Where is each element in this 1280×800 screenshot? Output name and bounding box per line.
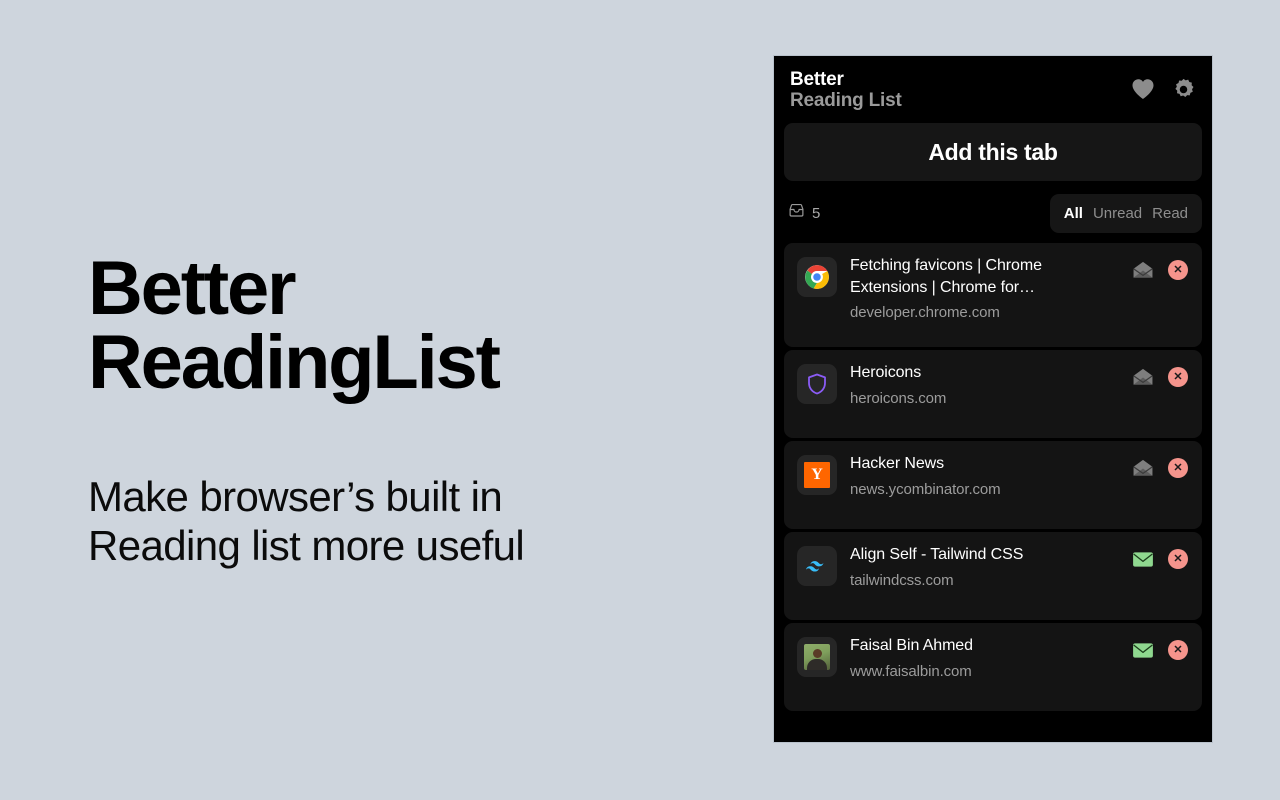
filter-bar: 5 All Unread Read [784, 191, 1202, 235]
list-item-title: Hacker News [850, 455, 945, 473]
list-item-actions: ✕ [1132, 548, 1188, 570]
list-item[interactable]: Faisal Bin Ahmed www.faisalbin.com ✕ [784, 623, 1202, 712]
envelope-open-icon[interactable] [1132, 259, 1154, 281]
list-item-url: www.faisalbin.com [850, 662, 972, 680]
list-item-title: Heroicons [850, 364, 922, 382]
close-icon[interactable]: ✕ [1168, 367, 1188, 388]
envelope-open-icon[interactable] [1132, 457, 1154, 479]
reading-list: Fetching favicons | Chrome Extensions | … [774, 243, 1212, 742]
close-icon[interactable]: ✕ [1168, 640, 1188, 661]
inbox-icon [788, 202, 805, 224]
avatar-icon [797, 637, 837, 678]
list-item[interactable]: Fetching favicons | Chrome Extensions | … [784, 243, 1202, 348]
envelope-closed-icon[interactable] [1132, 639, 1154, 661]
header-actions [1130, 70, 1196, 102]
shield-icon [797, 364, 837, 405]
hackernews-icon: Y [797, 455, 837, 496]
list-item-url: developer.chrome.com [850, 304, 1000, 322]
heart-icon[interactable] [1130, 76, 1156, 102]
page-title: Better ReadingList [88, 246, 501, 406]
gear-icon[interactable] [1170, 76, 1196, 102]
chrome-icon [797, 257, 837, 298]
envelope-open-icon[interactable] [1132, 366, 1154, 388]
brand: Better Reading List [790, 69, 902, 111]
list-item-title: Faisal Bin Ahmed [850, 637, 973, 655]
list-item-title: Align Self - Tailwind CSS [850, 546, 1024, 564]
filter-option-all[interactable]: All [1064, 205, 1083, 222]
tailwind-icon [797, 546, 837, 587]
extension-popup: Better Reading List Add this tab 5 All U… [773, 55, 1213, 743]
envelope-closed-icon[interactable] [1132, 548, 1154, 570]
list-item-url: news.ycombinator.com [850, 480, 1001, 498]
unread-count: 5 [812, 204, 821, 222]
add-this-tab-button[interactable]: Add this tab [784, 123, 1202, 182]
brand-line-primary: Better [790, 69, 844, 90]
filter-segmented-control: All Unread Read [1049, 193, 1202, 233]
list-item-actions: ✕ [1132, 639, 1188, 661]
promo-panel: Better ReadingList Make browser’s built … [88, 246, 708, 570]
list-item[interactable]: Heroicons heroicons.com ✕ [784, 350, 1202, 439]
list-item[interactable]: Y Hacker News news.ycombinator.com ✕ [784, 441, 1202, 530]
filter-option-unread[interactable]: Unread [1093, 205, 1142, 222]
unread-count-group: 5 [784, 202, 820, 224]
close-icon[interactable]: ✕ [1168, 260, 1188, 281]
list-item-url: heroicons.com [850, 389, 947, 407]
list-item-url: tailwindcss.com [850, 571, 954, 589]
list-item-title: Fetching favicons | Chrome Extensions | … [850, 257, 1042, 296]
brand-line-secondary: Reading List [790, 89, 902, 111]
list-item-actions: ✕ [1132, 457, 1188, 479]
popup-header: Better Reading List [774, 56, 1212, 117]
list-item[interactable]: Align Self - Tailwind CSS tailwindcss.co… [784, 532, 1202, 621]
list-item-actions: ✕ [1132, 366, 1188, 388]
close-icon[interactable]: ✕ [1168, 549, 1188, 570]
filter-option-read[interactable]: Read [1152, 205, 1188, 222]
close-icon[interactable]: ✕ [1168, 458, 1188, 479]
list-item-actions: ✕ [1132, 259, 1188, 281]
page-subtitle: Make browser’s built in Reading list mor… [88, 472, 525, 569]
